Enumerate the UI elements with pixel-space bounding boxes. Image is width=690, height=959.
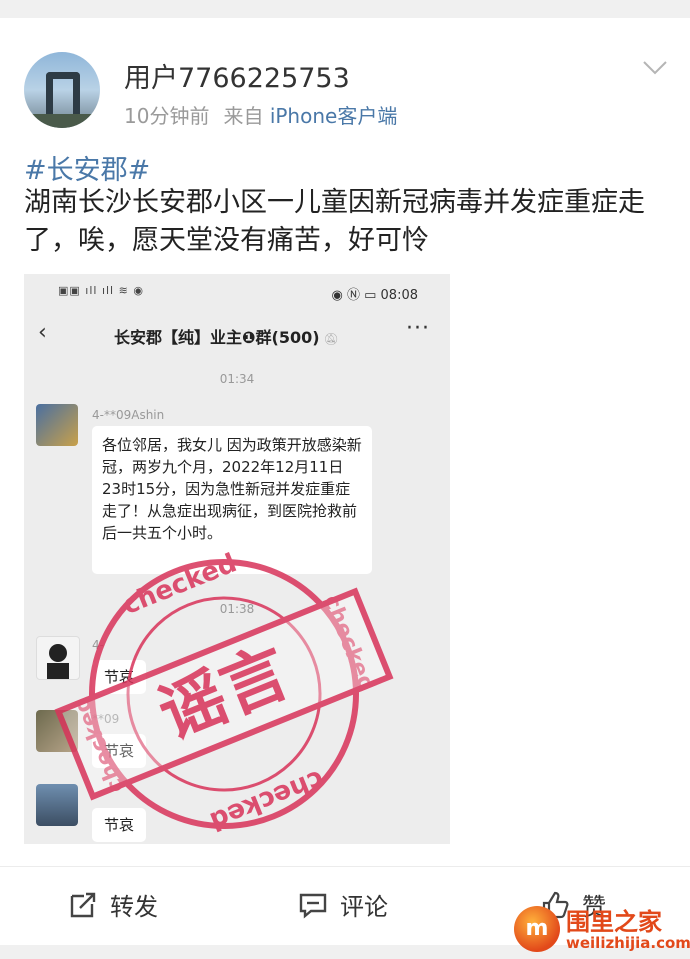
status-right: ◉ Ⓝ ▭ 08:08: [331, 284, 418, 303]
chat-timestamp: 01:34: [219, 372, 255, 386]
more-icon: ···: [406, 316, 430, 341]
stamp-ring-text: checked: [206, 763, 328, 836]
rumor-stamp: checked checked checked checked 谣言: [54, 548, 394, 836]
message-bubble: 节哀: [92, 734, 147, 768]
message-bubble: 节哀: [92, 660, 147, 694]
username[interactable]: 用户7766225753: [124, 56, 350, 95]
comment-button[interactable]: 评论: [298, 887, 388, 922]
sender-name: 4-: [92, 638, 104, 652]
comment-icon: [299, 893, 327, 919]
sender-avatar: [36, 636, 80, 680]
sender-name: 4-**09Ashin: [92, 408, 165, 422]
chat-timestamp: 01:38: [219, 602, 255, 616]
avatar-figure: [47, 644, 69, 679]
watermark-logo-icon: m: [514, 906, 560, 952]
phone-status-bar: ▣▣ ıll ıll ≋ ◉ ◉ Ⓝ ▭ 08:08: [24, 274, 450, 308]
sender-avatar: [36, 784, 78, 826]
hashtag-link[interactable]: #长安郡#: [24, 148, 150, 187]
signal-icons: ▣▣ ıll ıll ≋ ◉: [58, 284, 144, 297]
source-client: iPhone客户端: [269, 104, 398, 128]
sender-name: **09: [92, 712, 120, 726]
comment-label: 评论: [340, 893, 388, 921]
repost-button[interactable]: 转发: [68, 887, 158, 922]
post-time: 10分钟前: [124, 104, 210, 128]
chat-title-text: 长安郡【纯】业主❶群(500): [114, 328, 320, 347]
sender-avatar: [36, 710, 78, 752]
mute-bell-icon: 🔕︎: [323, 332, 339, 346]
chat-header: ‹ 长安郡【纯】业主❶群(500) 🔕︎ ···: [24, 308, 450, 358]
user-avatar[interactable]: [24, 52, 100, 128]
post-meta: 10分钟前 来自 iPhone客户端: [124, 100, 397, 129]
repost-icon: [70, 892, 96, 917]
nfc-icon: Ⓝ: [346, 288, 360, 303]
eye-icon: ◉: [331, 288, 343, 303]
status-time: 08:08: [380, 288, 418, 303]
sender-avatar: [36, 404, 78, 446]
embedded-chat-screenshot[interactable]: ▣▣ ıll ıll ≋ ◉ ◉ Ⓝ ▭ 08:08 ‹ 长安郡【纯】业主❶群(…: [24, 274, 450, 844]
top-separator: [0, 0, 690, 18]
repost-label: 转发: [110, 893, 158, 921]
stamp-label: 谣言: [148, 633, 299, 754]
watermark-name: 围里之家: [566, 908, 662, 936]
message-bubble: 各位邻居，我女儿 因为政策开放感染新冠，两岁九个月，2022年12月11日23时…: [92, 426, 372, 574]
avatar-building: [46, 72, 80, 116]
post-body: 湖南长沙长安郡小区一儿童因新冠病毒并发症重症走了，唉，愿天堂没有痛苦，好可怜: [24, 187, 645, 256]
chat-title: 长安郡【纯】业主❶群(500) 🔕︎: [114, 324, 339, 348]
site-watermark: m 围里之家 weilizhijia.com: [508, 900, 690, 959]
chevron-down-icon[interactable]: [640, 58, 670, 78]
message-bubble: 节哀: [92, 808, 147, 842]
battery-icon: ▭: [364, 288, 377, 303]
source-prefix: 来自: [223, 104, 264, 128]
back-arrow-icon: ‹: [38, 320, 47, 345]
watermark-url: weilizhijia.com: [566, 934, 690, 952]
